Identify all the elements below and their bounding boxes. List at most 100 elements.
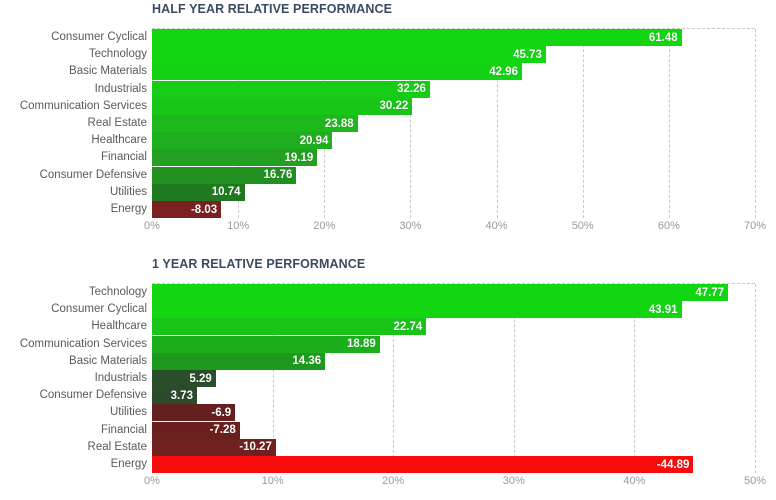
x-tick-label: 30% <box>399 220 422 232</box>
bar-row[interactable]: Real Estate -10.27 <box>88 438 755 456</box>
bar-row[interactable]: Consumer Cyclical 43.91 <box>51 301 755 319</box>
bar-row[interactable]: Financial 19.19 <box>101 149 755 167</box>
bar[interactable]: -10.27 <box>152 438 276 456</box>
bar-value-label: 14.36 <box>292 355 322 368</box>
category-label: Energy <box>110 203 147 215</box>
bar[interactable]: 61.48 <box>152 29 682 46</box>
gridline-50% <box>755 284 756 473</box>
bar-row[interactable]: Consumer Defensive 16.76 <box>40 166 755 184</box>
category-label: Healthcare <box>91 320 147 333</box>
x-tick-label: 30% <box>502 475 525 487</box>
bar[interactable]: 19.19 <box>152 149 318 167</box>
bar[interactable]: -8.03 <box>152 201 222 218</box>
bar[interactable]: 32.26 <box>152 80 430 98</box>
bar-value-label: -8.03 <box>190 203 218 216</box>
bar-value-label: 61.48 <box>648 31 678 44</box>
x-tick-label: 60% <box>657 220 680 232</box>
bar-row[interactable]: Healthcare 20.94 <box>91 132 755 150</box>
bar-value-label: 16.76 <box>263 169 293 182</box>
bar[interactable]: 18.89 <box>152 335 380 353</box>
category-label: Technology <box>88 286 147 298</box>
x-tick-label: 0% <box>144 220 160 232</box>
category-label: Consumer Defensive <box>39 168 147 181</box>
category-label: Basic Materials <box>69 65 147 78</box>
bar-row[interactable]: Energy -44.89 <box>111 456 755 473</box>
category-label: Utilities <box>109 406 147 419</box>
bar[interactable]: 45.73 <box>152 46 546 64</box>
bar-value-label: 18.89 <box>347 338 376 351</box>
bar[interactable]: -44.89 <box>152 456 694 473</box>
bar-value-label: 23.88 <box>324 117 354 130</box>
x-tick-label: 10% <box>261 475 284 487</box>
bar[interactable]: 47.77 <box>152 284 729 301</box>
bar-value-label: 5.29 <box>189 372 212 385</box>
bar-row[interactable]: Communication Services 30.22 <box>20 97 755 115</box>
bar[interactable]: 14.36 <box>152 352 326 370</box>
x-tick-label: 40% <box>485 220 508 232</box>
category-label: Utilities <box>109 185 147 198</box>
bar-value-label: 47.77 <box>695 286 725 299</box>
chart-title-half-year: HALF YEAR RELATIVE PERFORMANCE <box>152 2 393 16</box>
category-label: Basic Materials <box>69 354 147 367</box>
bar-row[interactable]: Energy -8.03 <box>111 201 755 218</box>
bar[interactable]: 16.76 <box>152 166 297 184</box>
chart-title-one-year: 1 YEAR RELATIVE PERFORMANCE <box>152 257 366 271</box>
bar-row[interactable]: Real Estate 23.88 <box>88 115 755 132</box>
bar-row[interactable]: Consumer Cyclical 61.48 <box>51 29 755 46</box>
category-label: Technology <box>88 48 147 61</box>
bar-value-label: 10.74 <box>211 186 241 199</box>
x-tick-label: 50% <box>743 475 767 487</box>
bar-value-label: 45.73 <box>513 48 542 61</box>
bar-row[interactable]: Financial -7.28 <box>101 421 755 439</box>
x-tick-label: 0% <box>144 475 160 487</box>
bar-row[interactable]: Basic Materials 14.36 <box>69 352 755 370</box>
bar[interactable]: 5.29 <box>152 370 216 387</box>
bar-value-label: 30.22 <box>379 100 409 113</box>
category-label: Consumer Cyclical <box>51 31 147 43</box>
x-tick-label: 40% <box>623 475 646 487</box>
bar-value-label: -7.28 <box>209 424 236 437</box>
bar-row[interactable]: Technology 47.77 <box>89 284 755 301</box>
bar-value-label: 22.74 <box>393 320 423 333</box>
x-tick-label: 20% <box>382 475 405 487</box>
bar-row[interactable]: Industrials 5.29 <box>95 370 755 387</box>
bar-value-label: -44.89 <box>656 458 690 471</box>
bar-value-label: 32.26 <box>397 83 426 96</box>
category-label: Communication Services <box>19 337 147 350</box>
bar-value-label: -6.9 <box>211 406 232 419</box>
bar-row[interactable]: Technology 45.73 <box>89 46 755 64</box>
x-tick-label: 20% <box>313 220 336 232</box>
bar[interactable]: 43.91 <box>152 301 682 319</box>
bar[interactable]: 23.88 <box>152 115 358 132</box>
category-label: Financial <box>100 151 147 164</box>
bar[interactable]: 10.74 <box>152 183 245 201</box>
bar[interactable]: 42.96 <box>152 63 523 81</box>
bar-value-label: 43.91 <box>648 303 678 316</box>
bar-value-label: 19.19 <box>284 151 314 164</box>
plot-area-half-year: Consumer Cyclical 61.48 Technology 45.73 Bas… <box>20 28 756 218</box>
category-label: Consumer Cyclical <box>51 303 147 316</box>
performance-charts-page: HALF YEAR RELATIVE PERFORMANCE Consumer … <box>0 0 776 500</box>
bar[interactable]: 22.74 <box>152 318 427 336</box>
bar-row[interactable]: Healthcare 22.74 <box>91 318 755 336</box>
bar[interactable]: -7.28 <box>152 421 240 439</box>
bar-row[interactable]: Industrials 32.26 <box>95 80 755 98</box>
category-label: Industrials <box>94 82 147 95</box>
bar-row[interactable]: Communication Services 18.89 <box>20 335 755 353</box>
bar-value-label: 3.73 <box>170 389 193 402</box>
bar-row[interactable]: Consumer Defensive 3.73 <box>40 387 755 405</box>
bar-row[interactable]: Basic Materials 42.96 <box>69 63 755 81</box>
bar[interactable]: 3.73 <box>152 387 197 405</box>
bar[interactable]: -6.9 <box>152 404 236 422</box>
one-year-performance-chart: 1 YEAR RELATIVE PERFORMANCE Technology 47… <box>0 255 776 500</box>
bar-row[interactable]: Utilities -6.9 <box>110 404 755 422</box>
category-label: Communication Services <box>19 99 147 112</box>
x-axis-half-year: 0% 10% 20% 30% 40% 50% 60% 70% <box>144 220 766 236</box>
gridline-70% <box>755 29 756 218</box>
bar[interactable]: 30.22 <box>152 97 413 115</box>
bar-row[interactable]: Utilities 10.74 <box>110 183 755 201</box>
bar-rows-half-year: Consumer Cyclical 61.48 Technology 45.73 Bas… <box>20 29 755 218</box>
bar[interactable]: 20.94 <box>152 132 333 150</box>
bar-value-label: 42.96 <box>489 65 519 78</box>
category-label: Energy <box>110 458 147 470</box>
